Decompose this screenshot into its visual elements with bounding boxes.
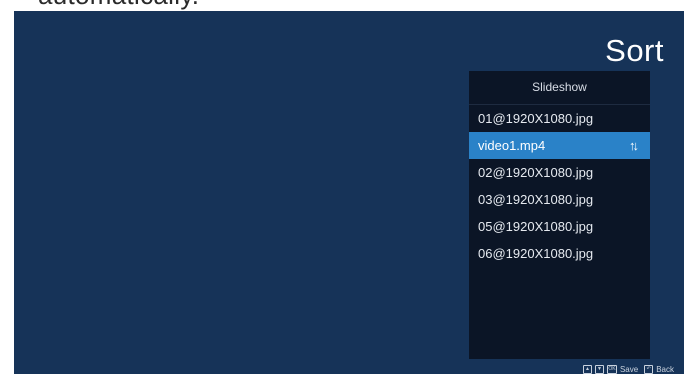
list-item[interactable]: 01@1920X1080.jpg bbox=[469, 105, 650, 132]
down-key-icon[interactable]: ▼ bbox=[594, 364, 604, 374]
page-title: Sort bbox=[605, 33, 664, 68]
list-item-label: 06@1920X1080.jpg bbox=[478, 246, 594, 261]
back-key-icon[interactable]: ↶ bbox=[644, 364, 654, 374]
list-item[interactable]: 06@1920X1080.jpg bbox=[469, 240, 650, 267]
cropped-caption-text: automatically. bbox=[38, 0, 199, 11]
key-hint-bar: ▲ ▼ OK Save ↶ Back bbox=[582, 364, 677, 374]
panel-header: Slideshow bbox=[469, 71, 650, 105]
list-item-label: 01@1920X1080.jpg bbox=[478, 111, 594, 126]
slideshow-panel: Slideshow 01@1920X1080.jpg video1.mp4 ↑↓… bbox=[469, 71, 650, 359]
cropped-caption: automatically. bbox=[0, 0, 696, 11]
list-item-label: 05@1920X1080.jpg bbox=[478, 219, 594, 234]
list-item[interactable]: 03@1920X1080.jpg bbox=[469, 186, 650, 213]
list-item-label: 02@1920X1080.jpg bbox=[478, 165, 594, 180]
list-item-label: 03@1920X1080.jpg bbox=[478, 192, 594, 207]
ok-key-icon[interactable]: OK bbox=[606, 364, 617, 374]
back-hint-label: Back bbox=[656, 364, 674, 374]
list-item[interactable]: 02@1920X1080.jpg bbox=[469, 159, 650, 186]
list-item[interactable]: 05@1920X1080.jpg bbox=[469, 213, 650, 240]
list-item-selected[interactable]: video1.mp4 ↑↓ bbox=[469, 132, 650, 159]
sort-screen: Sort Slideshow 01@1920X1080.jpg video1.m… bbox=[14, 11, 684, 374]
up-key-icon[interactable]: ▲ bbox=[582, 364, 592, 374]
list-item-label: video1.mp4 bbox=[478, 138, 546, 153]
sort-arrows-icon: ↑↓ bbox=[629, 138, 639, 153]
save-hint-label: Save bbox=[619, 364, 639, 374]
file-list: 01@1920X1080.jpg video1.mp4 ↑↓ 02@1920X1… bbox=[469, 105, 650, 267]
